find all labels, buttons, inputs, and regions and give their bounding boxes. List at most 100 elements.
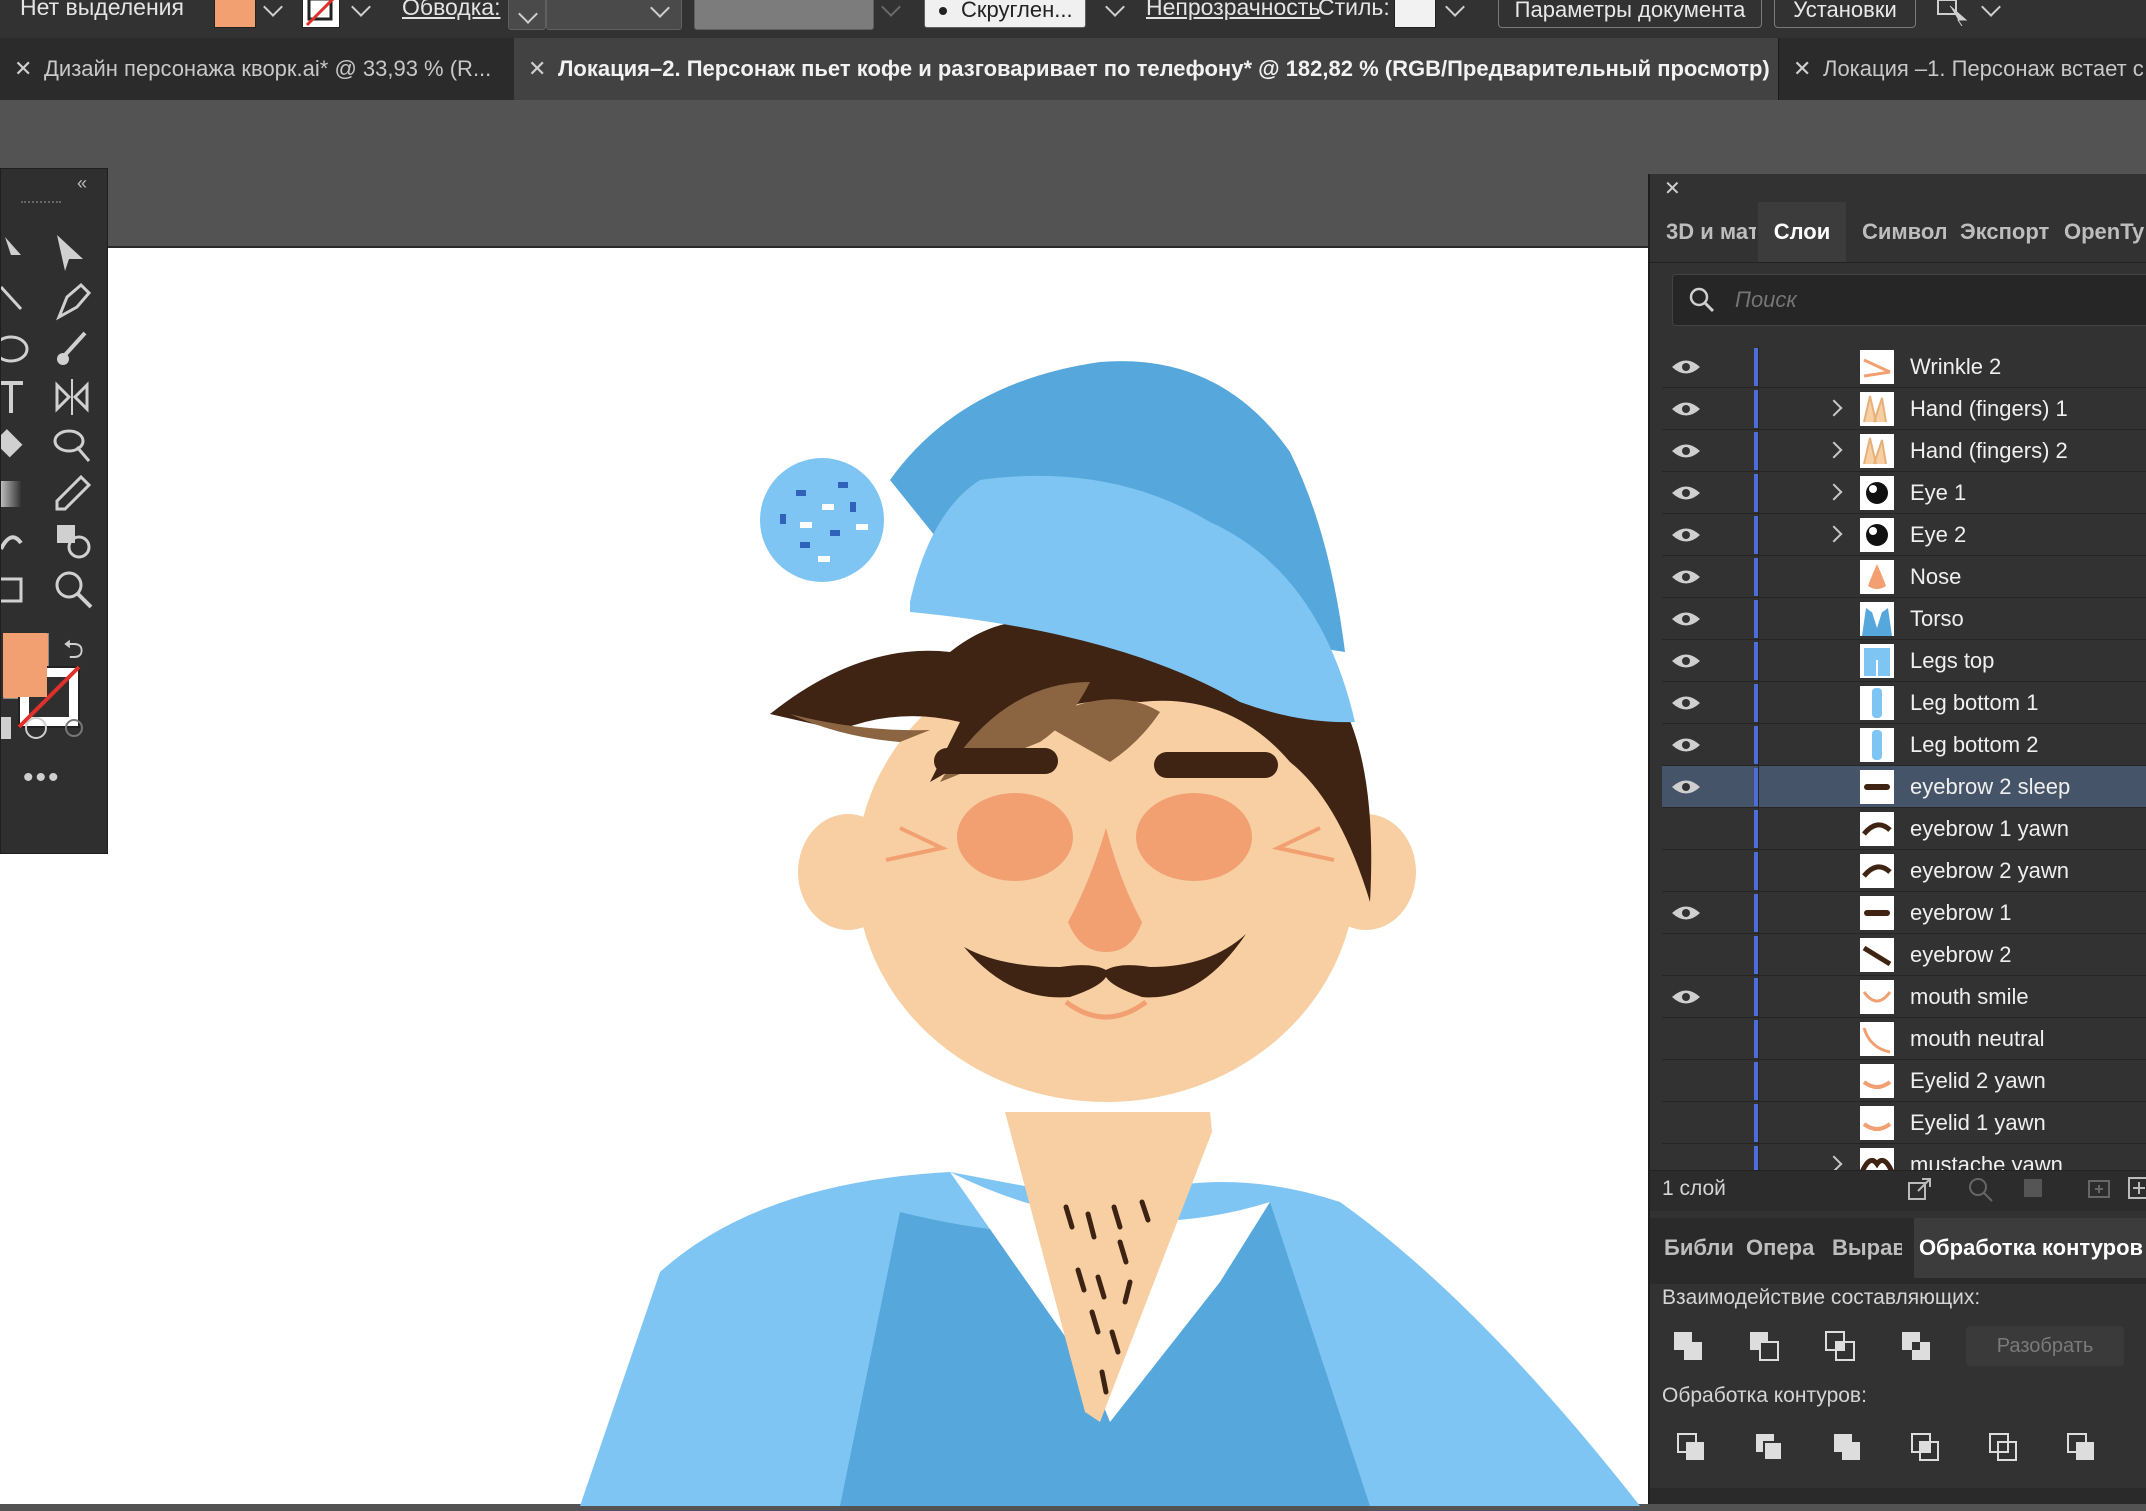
visibility-toggle[interactable] — [1670, 944, 1702, 966]
lock-toggle[interactable] — [1758, 724, 1827, 766]
brush-dropdown-icon[interactable] — [1105, 0, 1125, 17]
visibility-toggle[interactable] — [1670, 860, 1702, 882]
divide-icon[interactable] — [1676, 1432, 1710, 1466]
clipping-mask-icon[interactable] — [2020, 1175, 2048, 1203]
fill-dropdown-icon[interactable] — [263, 0, 283, 17]
close-tab-icon[interactable]: ✕ — [528, 38, 558, 100]
expand-chevron-icon[interactable] — [1825, 483, 1843, 501]
visibility-toggle[interactable] — [1670, 1112, 1702, 1134]
visibility-toggle[interactable] — [1670, 1154, 1702, 1170]
stroke-dropdown-icon[interactable] — [351, 0, 371, 17]
visibility-eye-icon[interactable] — [1670, 440, 1702, 462]
pen-tool-icon[interactable] — [51, 279, 97, 325]
gradient-mode-icon[interactable] — [25, 717, 47, 739]
layer-row[interactable]: Torso — [1662, 598, 2146, 640]
lock-toggle[interactable] — [1758, 640, 1827, 682]
visibility-toggle[interactable] — [1670, 818, 1702, 840]
visibility-eye-icon[interactable] — [1670, 524, 1702, 546]
lock-toggle[interactable] — [1758, 388, 1827, 430]
style-dropdown-icon[interactable] — [1445, 0, 1465, 17]
visibility-eye-icon[interactable] — [1670, 650, 1702, 672]
brush-definition[interactable]: Скруглен... — [924, 0, 1086, 28]
merge-icon[interactable] — [1832, 1432, 1866, 1466]
crop-icon[interactable] — [1910, 1432, 1944, 1466]
direct-selection-tool-icon[interactable] — [51, 231, 97, 277]
fill-swatch[interactable] — [214, 0, 256, 28]
ellipse-tool-icon[interactable] — [1, 327, 47, 373]
lock-toggle[interactable] — [1758, 430, 1827, 472]
visibility-eye-icon[interactable] — [1670, 482, 1702, 504]
layer-row[interactable]: mouth smile — [1662, 976, 2146, 1018]
arrange-icon[interactable] — [1936, 0, 1976, 26]
close-panel-icon[interactable]: ✕ — [1664, 176, 1681, 201]
reflect-tool-icon[interactable] — [51, 375, 97, 421]
layer-row[interactable]: Nose — [1662, 556, 2146, 598]
artboard[interactable] — [0, 246, 1648, 1506]
stroke-label[interactable]: Обводка: — [402, 0, 500, 21]
minus-back-icon[interactable] — [2066, 1432, 2100, 1466]
visibility-eye-icon[interactable] — [1670, 566, 1702, 588]
stroke-swatch[interactable] — [302, 0, 340, 28]
visibility-eye-icon[interactable] — [1670, 902, 1702, 924]
tab-align[interactable]: Вырав — [1832, 1218, 1902, 1278]
close-tab-icon[interactable]: ✕ — [1793, 38, 1823, 100]
symbol-sprayer-tool-icon[interactable] — [1, 519, 47, 565]
selection-tool-icon[interactable] — [1, 231, 47, 277]
lock-toggle[interactable] — [1758, 766, 1827, 808]
visibility-eye-icon[interactable] — [1670, 986, 1702, 1008]
outline-icon[interactable] — [1988, 1432, 2022, 1466]
layer-row[interactable]: Legs top — [1662, 640, 2146, 682]
expand-chevron-icon[interactable] — [1825, 441, 1843, 459]
visibility-eye-icon[interactable] — [1670, 734, 1702, 756]
lock-toggle[interactable] — [1758, 850, 1827, 892]
visibility-toggle[interactable] — [1670, 1070, 1702, 1092]
close-tab-icon[interactable]: ✕ — [14, 38, 44, 100]
tab-location-2[interactable]: ✕ Локация–2. Персонаж пьет кофе и разгова… — [514, 38, 1778, 100]
unite-icon[interactable] — [1672, 1330, 1706, 1364]
visibility-eye-icon[interactable] — [1670, 776, 1702, 798]
lock-toggle[interactable] — [1758, 1144, 1827, 1170]
export-icon[interactable] — [1906, 1175, 1934, 1203]
locate-object-icon[interactable] — [1966, 1175, 1994, 1203]
trim-icon[interactable] — [1754, 1432, 1788, 1466]
stroke-weight-field[interactable] — [546, 0, 682, 30]
new-layer-icon[interactable] — [2126, 1175, 2146, 1203]
tab-3d-materials[interactable]: 3D и мат — [1666, 202, 1756, 262]
visibility-eye-icon[interactable] — [1670, 356, 1702, 378]
artboard-tool-icon[interactable] — [1, 567, 47, 613]
collapse-panel-icon[interactable]: « — [77, 173, 87, 194]
layer-row[interactable]: mouth neutral — [1662, 1018, 2146, 1060]
expand-button[interactable]: Разобрать — [1966, 1326, 2124, 1366]
lock-toggle[interactable] — [1758, 808, 1827, 850]
lock-toggle[interactable] — [1758, 346, 1827, 388]
swap-colors-icon[interactable]: ⮌ — [63, 631, 84, 675]
layer-row[interactable]: Eye 2 — [1662, 514, 2146, 556]
eyedropper-tool-icon[interactable] — [51, 471, 97, 517]
visibility-toggle[interactable] — [1670, 1028, 1702, 1050]
tab-symbols[interactable]: Символ — [1862, 202, 1946, 262]
lock-toggle[interactable] — [1758, 1102, 1827, 1144]
preferences-button[interactable]: Установки — [1774, 0, 1916, 28]
visibility-eye-icon[interactable] — [1670, 398, 1702, 420]
layer-row[interactable]: Wrinkle 2 — [1662, 346, 2146, 388]
lock-toggle[interactable] — [1758, 1018, 1827, 1060]
new-sublayer-icon[interactable] — [2086, 1175, 2114, 1203]
layer-row[interactable]: eyebrow 1 yawn — [1662, 808, 2146, 850]
layer-row[interactable]: Eyelid 1 yawn — [1662, 1102, 2146, 1144]
gradient-tool-icon[interactable] — [1, 471, 47, 517]
document-settings-button[interactable]: Параметры документа — [1498, 0, 1762, 28]
type-tool-icon[interactable] — [1, 375, 47, 421]
opacity-label[interactable]: Непрозрачность — [1146, 0, 1320, 21]
paintbrush-tool-icon[interactable] — [51, 327, 97, 373]
fill-color-front[interactable] — [3, 633, 47, 697]
lock-toggle[interactable] — [1758, 892, 1827, 934]
style-swatch[interactable] — [1394, 0, 1436, 28]
lasso-tool-icon[interactable] — [51, 423, 97, 469]
character-illustration[interactable] — [0, 248, 1648, 1506]
none-mode-icon[interactable] — [65, 719, 83, 737]
zoom-tool-icon[interactable] — [51, 567, 97, 613]
panel-resize-grip[interactable] — [1650, 1488, 2146, 1504]
visibility-eye-icon[interactable] — [1670, 608, 1702, 630]
tab-character-design[interactable]: ✕ Дизайн персонажа кворк.ai* @ 33,93 % (R… — [0, 38, 512, 100]
layer-row[interactable]: mustache yawn — [1662, 1144, 2146, 1170]
